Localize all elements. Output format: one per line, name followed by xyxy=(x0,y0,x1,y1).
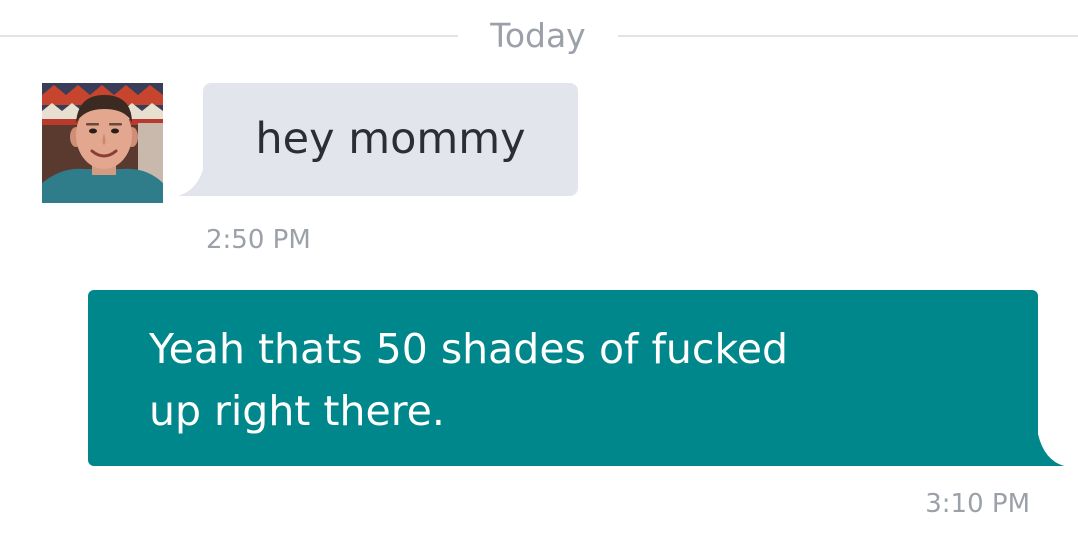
outgoing-message-text: Yeah thats 50 shades of fucked up right … xyxy=(149,325,788,435)
outgoing-message-timestamp: 3:10 PM xyxy=(925,489,1030,519)
outgoing-bubble-tail xyxy=(1030,428,1064,466)
divider-line-left xyxy=(0,35,458,37)
sender-avatar[interactable] xyxy=(42,83,163,203)
outgoing-message-bubble[interactable]: Yeah thats 50 shades of fucked up right … xyxy=(88,290,1038,466)
date-divider-label: Today xyxy=(490,16,586,55)
chat-thread: Today hey mommy 2:50 PM Yeah thats 50 sh… xyxy=(0,0,1078,548)
divider-line-right xyxy=(618,35,1078,37)
incoming-message-timestamp: 2:50 PM xyxy=(206,225,311,255)
incoming-message-bubble[interactable]: hey mommy xyxy=(203,83,578,196)
avatar-photo xyxy=(42,83,163,203)
date-divider: Today xyxy=(0,14,1078,58)
incoming-message-text: hey mommy xyxy=(255,114,526,164)
